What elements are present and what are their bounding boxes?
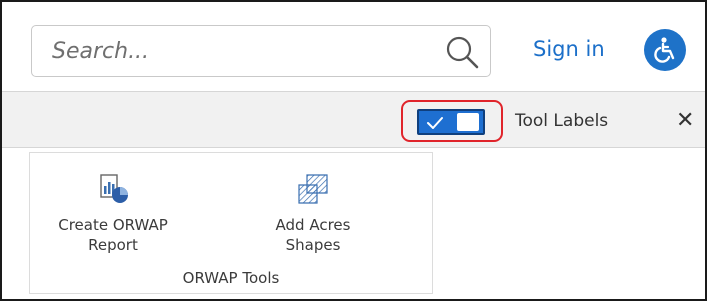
toggle-knob xyxy=(457,113,479,131)
report-chart-icon xyxy=(100,174,128,203)
checkmark-icon xyxy=(427,117,443,129)
add-shapes-icon xyxy=(298,174,328,204)
header: Sign in xyxy=(2,2,705,91)
create-orwap-report-button[interactable]: Create ORWAP Report xyxy=(48,171,178,255)
tool-label-line2: Shapes xyxy=(285,236,341,254)
app-frame: Sign in Tool Labels ✕ xyxy=(0,0,707,301)
tool-group-label: ORWAP Tools xyxy=(182,269,280,287)
accessibility-icon xyxy=(654,37,675,63)
accessibility-button[interactable] xyxy=(644,29,686,71)
tool-label-line1: Create ORWAP xyxy=(58,216,168,234)
search-icon[interactable] xyxy=(445,35,479,69)
tool-labels-toggle[interactable] xyxy=(417,109,485,135)
orwap-tools-group: Create ORWAP Report Add Acres Shapes ORW… xyxy=(29,152,433,294)
close-icon[interactable]: ✕ xyxy=(676,108,694,133)
sign-in-link[interactable]: Sign in xyxy=(533,37,605,61)
tool-label-line2: Report xyxy=(88,236,138,254)
search-box[interactable] xyxy=(31,25,491,77)
tool-labels-text: Tool Labels xyxy=(515,111,609,131)
tool-labels-bar: Tool Labels ✕ xyxy=(2,91,705,148)
tool-label-line1: Add Acres xyxy=(275,216,351,234)
add-acres-shapes-button[interactable]: Add Acres Shapes xyxy=(258,171,368,255)
search-input[interactable] xyxy=(52,36,412,66)
